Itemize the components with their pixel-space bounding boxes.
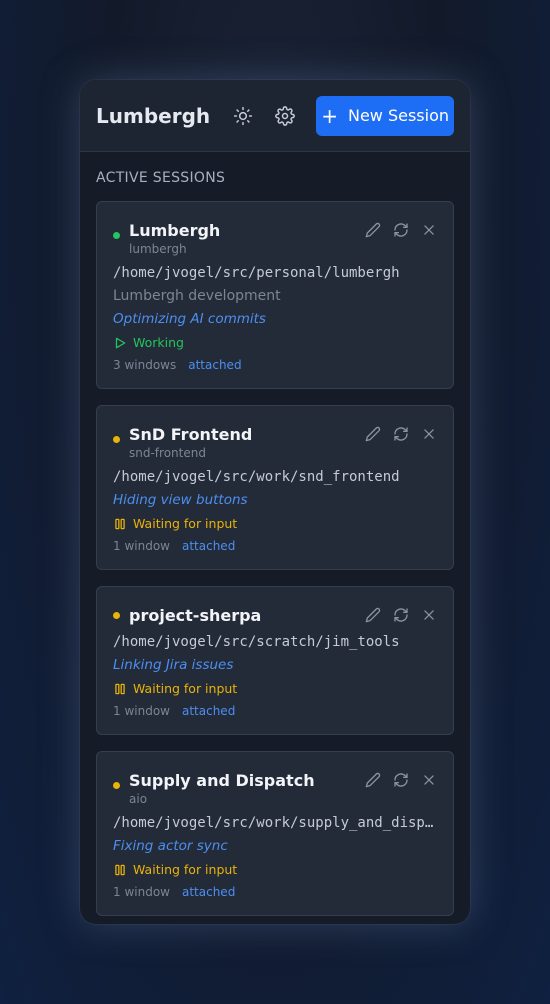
session-slug: snd-frontend [129,446,206,460]
close-icon [424,225,434,235]
attached-badge: attached [181,704,236,718]
plus-icon: + [321,103,338,128]
new-session-label: New Session [347,106,449,125]
session-status: Waiting for input [113,862,437,877]
pencil-icon [365,772,381,788]
session-name: Lumbergh [129,221,221,240]
sessions-panel: Lumbergh + New Session ACTIVE SESSIONS L… [80,80,470,924]
close-icon [424,610,434,620]
attached-badge: attached [188,358,242,372]
refresh-icon [394,427,408,441]
app-title: Lumbergh [96,103,211,128]
refresh-button[interactable] [393,772,409,788]
session-path: /home/jvogel/src/personal/lumbergh [113,265,400,281]
theme-toggle-button[interactable] [232,104,254,128]
close-button[interactable] [421,222,437,238]
pencil-icon [365,426,381,442]
session-task: Linking Jira issues [113,657,234,673]
edit-button[interactable] [365,607,381,623]
session-path: /home/jvogel/src/work/snd_frontend [113,469,400,485]
sun-icon [234,106,253,125]
window-count: 1 window [113,885,170,899]
header: Lumbergh + New Session [80,80,470,152]
play-icon [115,337,126,348]
pause-icon [115,683,125,694]
session-status: Waiting for input [113,516,437,531]
close-button[interactable] [421,607,437,623]
session-task: Optimizing AI commits [113,311,266,327]
session-card[interactable]: project-sherpa /home/jvogel/src/scratch/… [96,586,454,735]
status-dot [113,436,120,443]
window-count: 1 window [113,539,170,553]
status-label: Waiting for input [133,862,238,877]
session-task: Fixing actor sync [113,838,228,854]
session-list: Lumbergh lumbergh /home/jvogel/src/perso… [96,201,454,924]
window-count: 3 windows [113,358,177,372]
window-count: 1 window [113,704,170,718]
session-card[interactable]: Supply and Dispatch aio /home/jvogel/src… [96,751,454,916]
status-label: Waiting for input [133,516,238,531]
session-slug: aio [129,792,148,806]
pause-icon [115,518,125,529]
session-status: Working [113,335,437,350]
status-dot [113,232,120,239]
refresh-icon [394,608,408,622]
session-card[interactable]: SnD Frontend snd-frontend /home/jvogel/s… [96,405,454,570]
session-path: /home/jvogel/src/scratch/jim_tools [113,634,400,650]
close-button[interactable] [421,772,437,788]
session-name: project-sherpa [129,606,262,625]
session-card[interactable]: Lumbergh lumbergh /home/jvogel/src/perso… [96,201,454,389]
gear-icon [275,105,296,126]
session-slug: lumbergh [129,242,187,256]
refresh-button[interactable] [393,222,409,238]
close-icon [424,775,434,785]
edit-button[interactable] [365,426,381,442]
session-path: /home/jvogel/src/work/supply_and_dispatc… [113,815,437,831]
close-button[interactable] [421,426,437,442]
section-title: ACTIVE SESSIONS [96,170,226,186]
refresh-icon [394,223,408,237]
session-status: Waiting for input [113,681,437,696]
attached-badge: attached [181,885,236,899]
pencil-icon [365,222,381,238]
session-name: Supply and Dispatch [129,771,315,790]
edit-button[interactable] [365,222,381,238]
session-description: Lumbergh development [113,288,281,304]
status-label: Waiting for input [133,681,238,696]
new-session-button[interactable]: + New Session [316,95,454,136]
status-dot [113,782,120,789]
session-task: Hiding view buttons [113,492,248,508]
settings-button[interactable] [274,104,296,128]
attached-badge: attached [181,539,236,553]
pencil-icon [365,607,381,623]
edit-button[interactable] [365,772,381,788]
pause-icon [115,864,125,875]
refresh-button[interactable] [393,426,409,442]
status-label: Working [133,335,184,350]
close-icon [424,429,434,439]
refresh-button[interactable] [393,607,409,623]
refresh-icon [394,773,408,787]
session-name: SnD Frontend [129,425,253,444]
status-dot [113,612,120,619]
